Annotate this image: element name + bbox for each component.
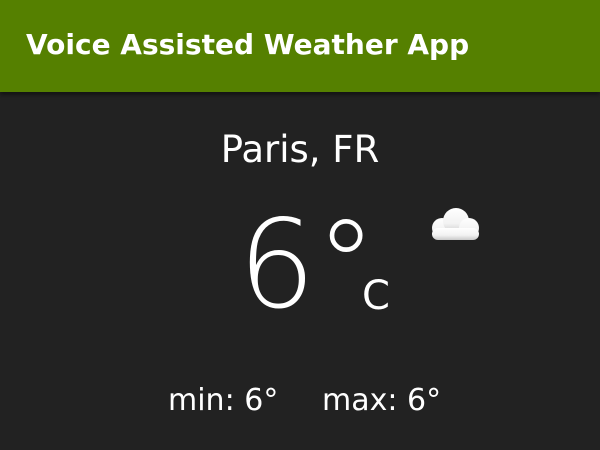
- max-label: max:: [322, 383, 398, 418]
- app-title: Voice Assisted Weather App: [26, 28, 470, 61]
- location-label: Paris, FR: [220, 128, 380, 171]
- min-value: 6°: [244, 383, 279, 418]
- min-label: min:: [168, 383, 235, 418]
- max-value: 6°: [407, 383, 442, 418]
- temperature-unit: C: [362, 273, 390, 319]
- max-temperature: max: 6°: [322, 383, 441, 418]
- temperature-value: 6°: [238, 194, 377, 336]
- weather-app: Voice Assisted Weather App Paris, FR 6° …: [0, 0, 600, 450]
- cloud-icon: [432, 208, 479, 240]
- min-temperature: min: 6°: [168, 383, 278, 418]
- app-bar: Voice Assisted Weather App: [0, 0, 600, 92]
